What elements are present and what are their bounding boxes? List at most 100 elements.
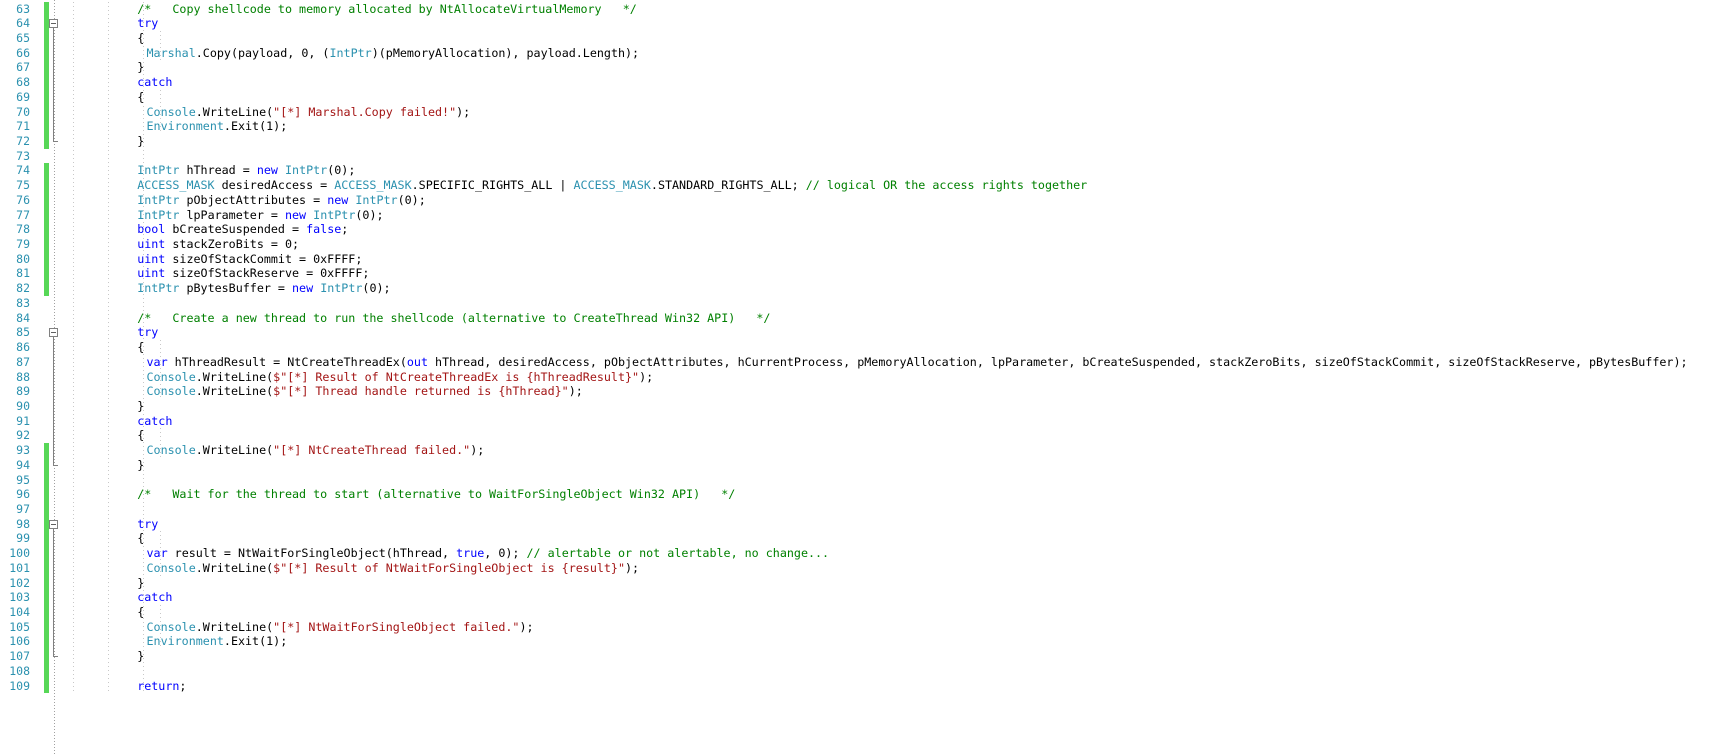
code-line[interactable]: 70 Console.WriteLine("[*] Marshal.Copy fa…	[0, 105, 1716, 120]
code-line[interactable]: 105 Console.WriteLine("[*] NtWaitForSingl…	[0, 620, 1716, 635]
outlining-block-foot	[53, 656, 58, 658]
line-number: 64	[16, 16, 30, 31]
code-line[interactable]: 104{	[0, 605, 1716, 620]
code-token: Environment	[146, 119, 224, 134]
code-token: Console	[146, 104, 196, 119]
code-line[interactable]: 66 Marshal.Copy(payload, 0, (IntPtr)(pMem…	[0, 46, 1716, 61]
code-line[interactable]: 95	[0, 473, 1716, 488]
code-token: // alertable or not alertable, no change…	[526, 546, 830, 561]
code-line[interactable]: 83	[0, 296, 1716, 311]
collapse-block-icon[interactable]	[49, 328, 58, 338]
code-text: Console.WriteLine($"[*] Thread handle re…	[147, 384, 583, 399]
code-line[interactable]: 107}	[0, 649, 1716, 664]
code-line[interactable]: 89 Console.WriteLine($"[*] Thread handle …	[0, 384, 1716, 399]
code-text: IntPtr pObjectAttributes = new IntPtr(0)…	[137, 193, 426, 208]
code-line[interactable]: 77 IntPtr lpParameter = new IntPtr(0);	[0, 208, 1716, 223]
code-line[interactable]: 87 var hThreadResult = NtCreateThreadEx(o…	[0, 355, 1716, 370]
code-token: Console	[146, 384, 196, 399]
code-token: hThread, desiredAccess, pObjectAttribute…	[428, 354, 1688, 369]
indent-guide	[143, 1, 144, 694]
code-token: uint	[137, 251, 166, 266]
code-token: (0);	[397, 192, 426, 207]
line-number: 99	[16, 531, 30, 546]
code-line[interactable]: 82 IntPtr pBytesBuffer = new IntPtr(0);	[0, 281, 1716, 296]
code-token: , 0);	[484, 546, 527, 561]
code-token: ;	[179, 678, 187, 693]
line-number: 75	[16, 178, 30, 193]
code-text: uint sizeOfStackReserve = 0xFFFF;	[137, 266, 369, 281]
code-token: var	[146, 546, 168, 561]
code-line[interactable]: 90}	[0, 399, 1716, 414]
code-token: new	[327, 192, 349, 207]
code-line[interactable]: 103 catch	[0, 590, 1716, 605]
collapse-block-icon[interactable]	[49, 519, 58, 529]
code-line[interactable]: 97	[0, 502, 1716, 517]
code-line[interactable]: 71 Environment.Exit(1);	[0, 119, 1716, 134]
code-line[interactable]: 65{	[0, 31, 1716, 46]
code-line[interactable]: 84 /* Create a new thread to run the shel…	[0, 311, 1716, 326]
code-line[interactable]: 86{	[0, 340, 1716, 355]
code-token: /* Wait for the thread to start (alterna…	[137, 487, 736, 502]
code-token: false	[306, 222, 342, 237]
code-line[interactable]: 99{	[0, 531, 1716, 546]
line-number: 98	[16, 516, 30, 531]
code-line[interactable]: 92{	[0, 428, 1716, 443]
code-line[interactable]: 72}	[0, 134, 1716, 149]
line-number: 94	[16, 457, 30, 472]
collapse-block-icon[interactable]	[49, 19, 58, 29]
code-text: /* Copy shellcode to memory allocated by…	[137, 2, 637, 17]
code-line[interactable]: 88 Console.WriteLine($"[*] Result of NtCr…	[0, 370, 1716, 385]
code-line[interactable]: 64 try	[0, 16, 1716, 31]
line-number: 100	[9, 546, 30, 561]
code-text: IntPtr pBytesBuffer = new IntPtr(0);	[137, 281, 390, 296]
line-number: 70	[16, 104, 30, 119]
code-line[interactable]: 78 bool bCreateSuspended = false;	[0, 222, 1716, 237]
code-line[interactable]: 93 Console.WriteLine("[*] NtCreateThread …	[0, 443, 1716, 458]
code-token: var	[146, 354, 168, 369]
code-line[interactable]: 94}	[0, 458, 1716, 473]
code-token: $"[*] Thread handle returned is {hThread…	[273, 384, 569, 399]
code-text: /* Create a new thread to run the shellc…	[137, 311, 770, 326]
line-number: 95	[16, 472, 30, 487]
code-line[interactable]: 63 /* Copy shellcode to memory allocated …	[0, 2, 1716, 17]
code-line[interactable]: 81 uint sizeOfStackReserve = 0xFFFF;	[0, 266, 1716, 281]
code-line[interactable]: 74 IntPtr hThread = new IntPtr(0);	[0, 163, 1716, 178]
code-editor[interactable]: 63 /* Copy shellcode to memory allocated …	[0, 0, 1716, 755]
code-line[interactable]: 73	[0, 149, 1716, 164]
line-number: 103	[9, 590, 30, 605]
code-line[interactable]: 80 uint sizeOfStackCommit = 0xFFFF;	[0, 252, 1716, 267]
line-number: 80	[16, 251, 30, 266]
code-line[interactable]: 79 uint stackZeroBits = 0;	[0, 237, 1716, 252]
code-line[interactable]: 85 try	[0, 325, 1716, 340]
line-number: 106	[9, 634, 30, 649]
line-number: 89	[16, 384, 30, 399]
code-line[interactable]: 91 catch	[0, 414, 1716, 429]
code-line[interactable]: 67}	[0, 60, 1716, 75]
indent-guide-inner	[160, 89, 161, 134]
code-token: Console	[146, 443, 196, 458]
code-token: uint	[137, 237, 166, 252]
code-line[interactable]: 98 try	[0, 517, 1716, 532]
code-line[interactable]: 75 ACCESS_MASK desiredAccess = ACCESS_MAS…	[0, 178, 1716, 193]
code-line[interactable]: 108	[0, 664, 1716, 679]
line-number: 66	[16, 45, 30, 60]
code-line[interactable]: 109 return;	[0, 679, 1716, 694]
code-line[interactable]: 76 IntPtr pObjectAttributes = new IntPtr(…	[0, 193, 1716, 208]
code-line[interactable]: 101 Console.WriteLine($"[*] Result of NtW…	[0, 561, 1716, 576]
code-token: (0);	[355, 207, 384, 222]
outlining-block-foot	[53, 140, 58, 142]
code-token: .WriteLine(	[195, 619, 274, 634]
code-token: );	[470, 443, 485, 458]
code-line[interactable]: 100 var result = NtWaitForSingleObject(hT…	[0, 546, 1716, 561]
code-line[interactable]: 96 /* Wait for the thread to start (alter…	[0, 487, 1716, 502]
code-token: "[*] NtCreateThread failed."	[273, 443, 471, 458]
indent-guide-inner	[160, 340, 161, 399]
code-line[interactable]: 69{	[0, 90, 1716, 105]
code-token: .SPECIFIC_RIGHTS_ALL	[411, 178, 560, 193]
line-number: 107	[9, 649, 30, 664]
line-number: 101	[9, 560, 30, 575]
code-line[interactable]: 102}	[0, 576, 1716, 591]
code-token: new	[292, 281, 314, 296]
code-line[interactable]: 106 Environment.Exit(1);	[0, 634, 1716, 649]
code-line[interactable]: 68 catch	[0, 75, 1716, 90]
